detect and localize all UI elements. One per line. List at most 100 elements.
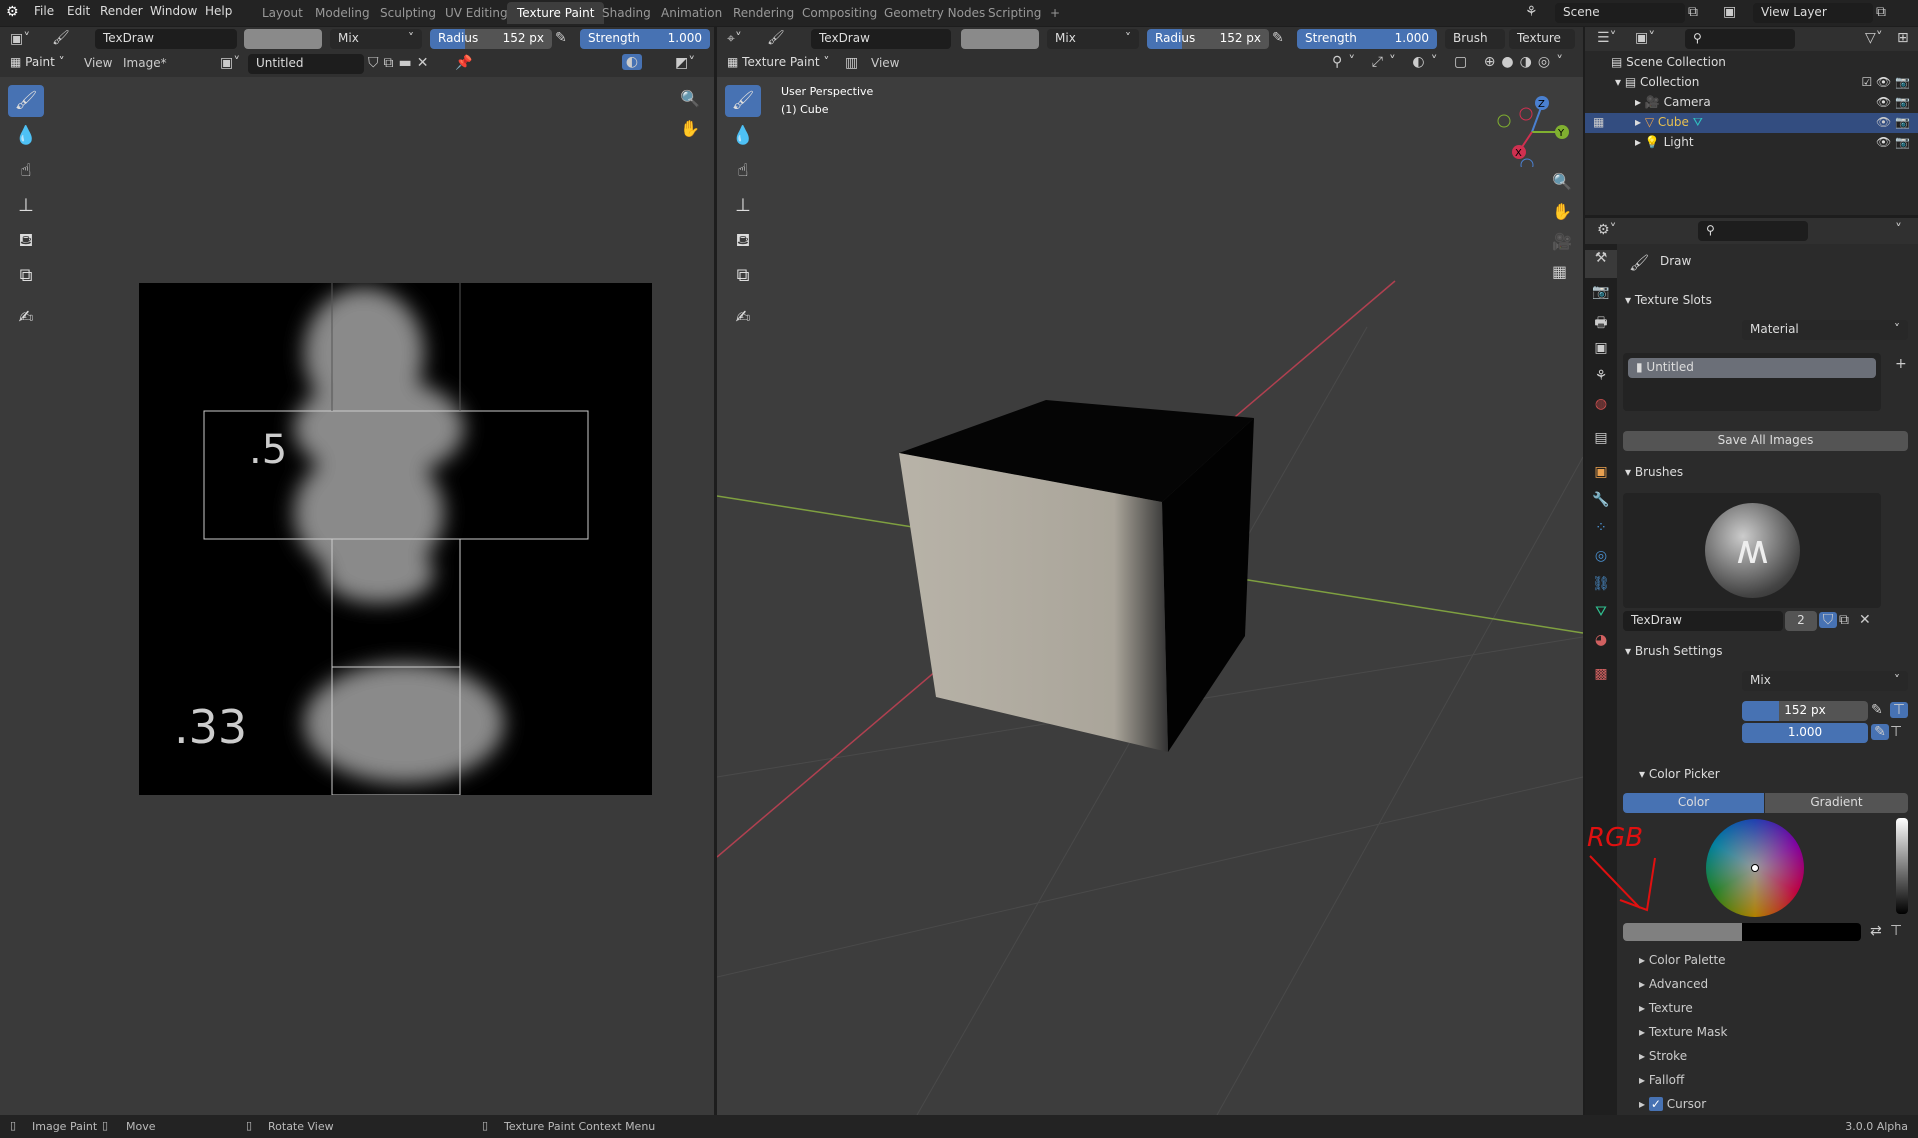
tool-clone-icon[interactable]: ⊥ <box>8 190 44 222</box>
tab-physics-icon[interactable]: ◎ <box>1585 548 1617 576</box>
advanced-subpanel[interactable]: ▸ Advanced <box>1639 977 1708 991</box>
tab-texture-icon[interactable]: ▩ <box>1585 666 1617 694</box>
tool-fill-icon[interactable]: ⛾ <box>8 225 44 257</box>
zoom-icon[interactable]: 🔍 <box>680 89 700 108</box>
color-swatch[interactable] <box>961 29 1039 49</box>
tab-render-icon[interactable]: 📷 <box>1585 284 1617 312</box>
strength-slider[interactable]: Strength 1.000 <box>1297 29 1437 49</box>
image-name-field[interactable]: Untitled <box>248 54 364 74</box>
color-palette-subpanel[interactable]: ▸ Color Palette <box>1639 953 1726 967</box>
tab-tool-icon[interactable]: ⚒ <box>1585 250 1617 278</box>
brush-selector[interactable]: TexDraw <box>95 29 237 49</box>
menu-file[interactable]: File <box>34 4 54 18</box>
pin-icon[interactable]: 📌 <box>455 55 472 71</box>
texture-slots-panel-header[interactable]: ▾ Texture Slots <box>1625 293 1712 307</box>
color-picker-subpanel[interactable]: ▾ Color Picker <box>1639 767 1720 781</box>
pan-hand-icon[interactable]: ✋ <box>680 119 700 138</box>
strength-slider[interactable]: Strength 1.000 <box>580 29 710 49</box>
radius-slider[interactable]: 152 px <box>1742 701 1868 721</box>
tab-particles-icon[interactable]: ⁘ <box>1585 520 1617 548</box>
texture-mask-subpanel[interactable]: ▸ Texture Mask <box>1639 1025 1728 1039</box>
navigation-gizmo[interactable]: Z Y X <box>1492 87 1572 167</box>
swap-colors-icon[interactable]: ⇄ <box>1870 923 1882 939</box>
3d-viewport[interactable]: ⌖˅ 🖌 TexDraw Mix ˅ Radius 152 px ✎ Strengt… <box>717 27 1583 1115</box>
tab-output-icon[interactable]: 🖶 <box>1585 312 1617 340</box>
properties-search[interactable]: ⚲ <box>1698 221 1808 241</box>
editor-type-icon[interactable]: ▣˅ <box>10 31 30 47</box>
tab-compositing[interactable]: Compositing <box>792 2 887 24</box>
add-slot-icon[interactable]: + <box>1895 356 1907 372</box>
falloff-subpanel[interactable]: ▸ Falloff <box>1639 1073 1684 1087</box>
texture-menu[interactable]: Texture <box>1509 29 1575 49</box>
tab-layout[interactable]: Layout <box>252 2 313 24</box>
pressure-icon[interactable]: ✎ <box>1272 30 1284 46</box>
collection-row[interactable]: ▾ ▤ Collection ☑ 👁 📷 <box>1615 75 1918 89</box>
sample-icon[interactable]: ◐ <box>622 54 642 70</box>
display-channels-icon[interactable]: ◩˅ <box>675 55 695 71</box>
pressure-icon[interactable]: ✎ <box>555 30 567 46</box>
value-slider[interactable] <box>1896 818 1908 914</box>
texture-slot-item[interactable]: ▮ Untitled <box>1628 358 1876 378</box>
brush-selector[interactable]: TexDraw <box>811 29 951 49</box>
mode-dropdown[interactable]: ▦ Texture Paint ˅ <box>727 55 829 69</box>
outliner-item-cube[interactable]: ▦ ▸ ▽ Cube ⛛ 👁 📷 <box>1585 113 1918 133</box>
image-browse-icon[interactable]: ▣˅ <box>220 55 240 71</box>
tool-annotate-icon[interactable]: ✍ <box>8 302 44 334</box>
blend-dropdown[interactable]: Mix ˅ <box>1047 29 1139 49</box>
color-swatch[interactable] <box>244 29 322 49</box>
save-all-images-button[interactable]: Save All Images <box>1623 431 1908 451</box>
tab-constraints-icon[interactable]: ⛓ <box>1585 576 1617 604</box>
tool-draw-icon[interactable]: 🖌 <box>8 85 44 117</box>
scene-selector[interactable]: Scene <box>1555 3 1685 23</box>
brush-menu[interactable]: Brush <box>1445 29 1505 49</box>
image-actions-icons[interactable]: ⛉⧉▬✕ <box>368 55 433 71</box>
view-layer-icon[interactable]: ▣ <box>1723 4 1736 20</box>
camera-view-icon[interactable]: 🎥 <box>1552 232 1572 251</box>
radius-slider[interactable]: Radius 152 px <box>1147 29 1269 49</box>
tool-annotate-icon[interactable]: ✍ <box>725 302 761 334</box>
color-unit-icon[interactable]: ⊤ <box>1890 923 1902 939</box>
tool-mask-icon[interactable]: ⧉ <box>8 260 44 292</box>
tab-animation[interactable]: Animation <box>651 2 732 24</box>
outliner-search[interactable]: ⚲ <box>1685 29 1795 49</box>
tool-smear-icon[interactable]: ☝ <box>8 155 44 187</box>
brush-settings-panel-header[interactable]: ▾ Brush Settings <box>1625 644 1723 658</box>
zoom-icon[interactable]: 🔍 <box>1552 172 1572 191</box>
tool-fill-icon[interactable]: ⛾ <box>725 225 761 257</box>
radius-pressure-icon[interactable]: ✎ <box>1871 702 1883 718</box>
tab-material-icon[interactable]: ◕ <box>1585 632 1617 660</box>
tab-uv-editing[interactable]: UV Editing <box>435 2 518 24</box>
duplicate-brush-icon[interactable]: ⧉ <box>1839 612 1849 628</box>
tab-view-layer-icon[interactable]: ▣ <box>1585 340 1617 368</box>
tool-soften-icon[interactable]: 💧 <box>8 120 44 152</box>
blend-dropdown[interactable]: Mix ˅ <box>1742 671 1908 691</box>
texture-slot-list[interactable]: ▮ Untitled <box>1623 353 1881 411</box>
tab-data-icon[interactable]: ⛛ <box>1585 604 1617 632</box>
tab-scene-icon[interactable]: ⚘ <box>1585 368 1617 396</box>
brushes-panel-header[interactable]: ▾ Brushes <box>1625 465 1683 479</box>
blender-logo-icon[interactable]: ⚙ <box>6 4 19 20</box>
mask-icon[interactable]: ▥ <box>845 55 858 71</box>
outliner-item-light[interactable]: ▸ 💡 Light 👁 📷 <box>1635 135 1918 149</box>
mode-dropdown[interactable]: ▦ Paint ˅ <box>10 55 65 69</box>
tool-clone-icon[interactable]: ⊥ <box>725 190 761 222</box>
strength-unit-icon[interactable]: ⊤ <box>1890 724 1902 740</box>
new-view-layer-icon[interactable]: ⧉ <box>1876 4 1886 20</box>
blend-dropdown[interactable]: Mix ˅ <box>330 29 422 49</box>
radius-slider[interactable]: Radius 152 px <box>430 29 552 49</box>
brush-preview[interactable]: ʍ <box>1623 493 1881 608</box>
radius-unit-icon[interactable]: ⊤ <box>1890 702 1908 718</box>
brush-users-count[interactable]: 2 <box>1785 611 1817 631</box>
color-wheel-cursor[interactable] <box>1751 864 1759 872</box>
menu-help[interactable]: Help <box>205 4 232 18</box>
gradient-tab[interactable]: Gradient <box>1765 793 1908 813</box>
filter-icon[interactable]: ▽˅ <box>1865 30 1883 46</box>
outliner[interactable]: ☰˅ ▣˅ ⚲ ▽˅ ⊞ ▤ Scene Collection ▾ ▤ Coll… <box>1585 27 1918 215</box>
outliner-item-camera[interactable]: ▸ 🎥 Camera 👁 📷 <box>1635 95 1918 109</box>
new-collection-icon[interactable]: ⊞ <box>1897 30 1909 46</box>
cursor-checkbox[interactable]: ✓ <box>1648 1097 1663 1111</box>
new-scene-icon[interactable]: ⧉ <box>1688 4 1698 20</box>
editor-type-icon[interactable]: ⌖˅ <box>727 31 742 47</box>
tool-draw-icon[interactable]: 🖌 <box>725 85 761 117</box>
tab-object-icon[interactable]: ▣ <box>1585 464 1617 492</box>
